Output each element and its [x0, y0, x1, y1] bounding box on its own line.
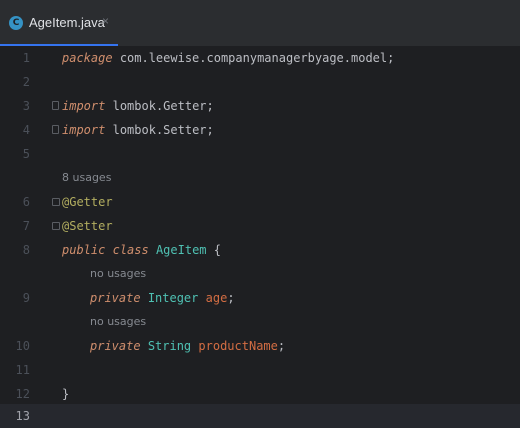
code-text: @Setter: [62, 214, 113, 238]
semicolon: ;: [206, 99, 214, 113]
line-number: 3: [22, 99, 30, 113]
code-line-current: 13: [0, 404, 520, 428]
code-line: 10 private String productName;: [0, 334, 520, 358]
close-icon[interactable]: ×: [102, 14, 109, 28]
line-number: 6: [22, 195, 30, 209]
code-text: import lombok.Setter;: [62, 118, 214, 142]
code-text: }: [62, 382, 69, 406]
fold-icon[interactable]: [52, 101, 59, 110]
annotation: @Getter: [62, 195, 113, 209]
code-text: private Integer age;: [90, 286, 235, 310]
type-name: String: [147, 339, 192, 353]
package-name: com.leewise.companymanagerbyage.model: [119, 51, 388, 65]
code-line: 6 @Getter: [0, 190, 520, 214]
keyword: public: [62, 243, 106, 257]
line-number: 1: [22, 51, 30, 65]
code-line: 7 @Setter: [0, 214, 520, 238]
line-number: 10: [15, 339, 30, 353]
usages-hint-row: 8 usages: [0, 166, 520, 190]
semicolon: ;: [227, 291, 235, 305]
keyword: package: [62, 51, 113, 65]
usages-hint-row: no usages: [0, 262, 520, 286]
line-number: 11: [15, 363, 30, 377]
line-number: 4: [22, 123, 30, 137]
code-line: 3 import lombok.Getter;: [0, 94, 520, 118]
code-text: package com.leewise.companymanagerbyage.…: [62, 46, 394, 70]
code-editor[interactable]: 1 package com.leewise.companymanagerbyag…: [0, 46, 520, 428]
fold-icon[interactable]: [52, 125, 59, 134]
line-number: 5: [22, 147, 30, 161]
line-number: 7: [22, 219, 30, 233]
code-line: 11: [0, 358, 520, 382]
keyword: class: [112, 243, 149, 257]
tab-label: AgeItem.java: [29, 15, 105, 30]
semicolon: ;: [206, 123, 214, 137]
keyword: private: [90, 291, 141, 305]
code-line: 9 private Integer age;: [0, 286, 520, 310]
usages-hint[interactable]: no usages: [90, 262, 146, 286]
line-number: 8: [22, 243, 30, 257]
code-line: 5: [0, 142, 520, 166]
line-number: 2: [22, 75, 30, 89]
code-text: public class AgeItem {: [62, 238, 221, 262]
type-name: Integer: [147, 291, 199, 305]
line-number: 12: [15, 387, 30, 401]
tab-ageitem-java[interactable]: C AgeItem.java ×: [0, 0, 118, 46]
code-line: 4 import lombok.Setter;: [0, 118, 520, 142]
fold-icon[interactable]: [52, 222, 60, 230]
class-name: AgeItem: [155, 243, 207, 257]
annotation: @Setter: [62, 219, 113, 233]
java-class-icon: C: [9, 16, 23, 30]
code-line: 2: [0, 70, 520, 94]
code-text: import lombok.Getter;: [62, 94, 214, 118]
brace: }: [62, 387, 70, 401]
keyword: import: [62, 123, 106, 137]
fold-icon[interactable]: [52, 198, 60, 206]
code-text: private String productName;: [90, 334, 285, 358]
field-name: productName: [198, 339, 278, 353]
brace: {: [213, 243, 221, 257]
field-name: age: [205, 291, 228, 305]
line-number: 13: [15, 409, 30, 423]
line-number: 9: [22, 291, 30, 305]
keyword: private: [90, 339, 141, 353]
semicolon: ;: [277, 339, 286, 353]
keyword: import: [62, 99, 106, 113]
import-name: lombok.Getter: [112, 99, 207, 113]
editor-tab-bar: C AgeItem.java ×: [0, 0, 520, 47]
usages-hint[interactable]: 8 usages: [62, 166, 111, 190]
code-line: 8 public class AgeItem {: [0, 238, 520, 262]
semicolon: ;: [387, 51, 395, 65]
usages-hint-row: no usages: [0, 310, 520, 334]
code-line: 1 package com.leewise.companymanagerbyag…: [0, 46, 520, 70]
usages-hint[interactable]: no usages: [90, 310, 146, 334]
code-line: 12 }: [0, 382, 520, 406]
code-text: @Getter: [62, 190, 113, 214]
import-name: lombok.Setter: [112, 123, 207, 137]
